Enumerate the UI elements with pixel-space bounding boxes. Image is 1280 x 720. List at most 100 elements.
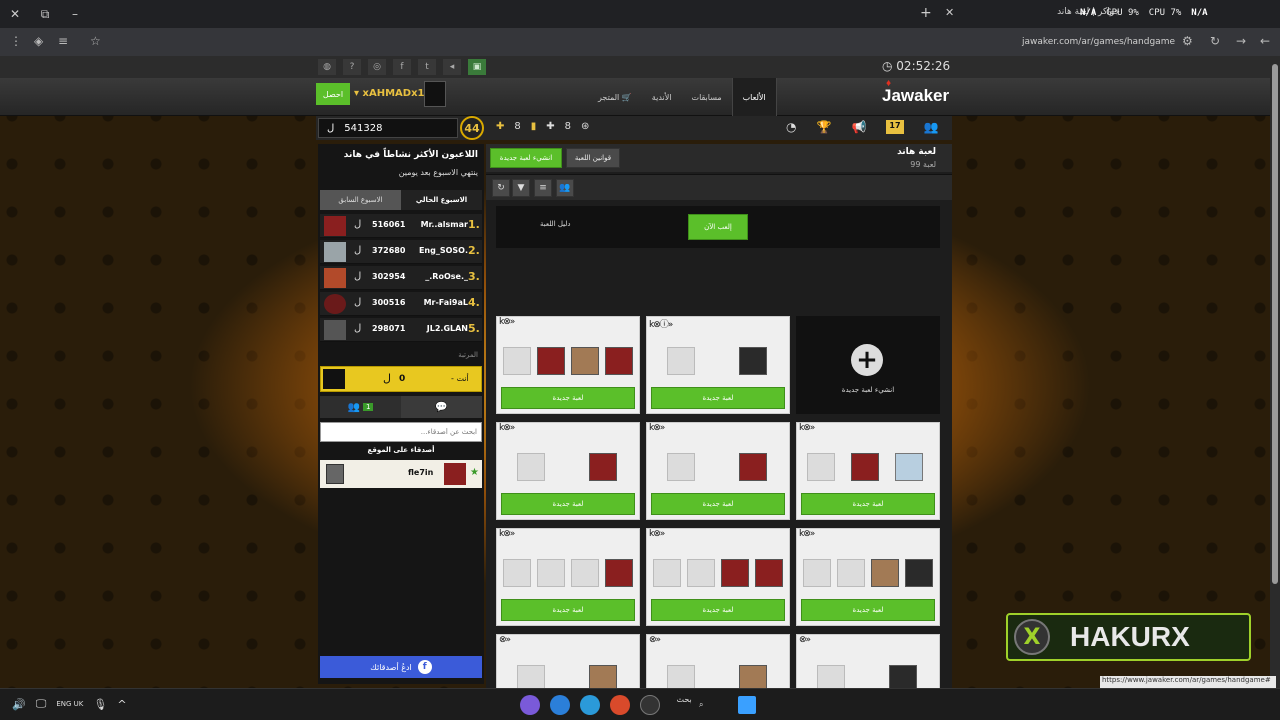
tab-friends[interactable]: 👥 1 (320, 396, 401, 418)
empty-seat[interactable] (517, 665, 545, 688)
avatar[interactable] (424, 81, 446, 107)
refresh-icon[interactable]: ↻ (492, 179, 510, 197)
empty-seat[interactable] (817, 665, 845, 688)
notification-count[interactable]: 17 (886, 120, 904, 134)
minimize-window-icon[interactable]: – (60, 7, 90, 21)
tab-previous-week[interactable]: الاسبوع السابق (320, 190, 401, 210)
friend-search-input[interactable] (320, 422, 482, 442)
new-game-button[interactable]: لعبة جديدة (501, 599, 635, 621)
start-icon[interactable] (738, 696, 756, 714)
sound-icon[interactable]: ◂ (443, 59, 461, 75)
globe-icon[interactable]: ◍ (318, 59, 336, 75)
url-field[interactable]: jawaker.com/ar/games/handgame (1000, 37, 1175, 47)
empty-seat[interactable] (837, 559, 865, 587)
play-now-button[interactable]: إلعب الآن (688, 214, 748, 240)
app-discord-icon[interactable] (520, 695, 540, 715)
nav-games[interactable]: الألعاب (731, 78, 777, 116)
twitter-icon[interactable]: t (418, 59, 436, 75)
extension-icon[interactable]: ◈ (34, 34, 43, 48)
app-obs-icon[interactable] (640, 695, 660, 715)
forward-icon[interactable]: → (1236, 34, 1246, 48)
page-scrollbar[interactable] (1270, 56, 1280, 688)
empty-seat[interactable] (687, 559, 715, 587)
empty-seat[interactable] (667, 347, 695, 375)
new-game-button[interactable]: لعبة جديدة (501, 493, 635, 515)
network-icon[interactable]: 🖵 (36, 697, 47, 711)
volume-icon[interactable]: 🔊 (12, 698, 26, 711)
new-game-button[interactable]: لعبة جديدة (801, 599, 935, 621)
game-table-card[interactable]: k⊗» لعبة جديدة (646, 422, 790, 520)
my-rank-row[interactable]: ل 0 - أنت (320, 366, 482, 392)
game-table-card[interactable]: k⊗» لعبة جديدة (496, 316, 640, 414)
empty-seat[interactable] (807, 453, 835, 481)
leaderboard-row[interactable]: ل 302954 _.RoOse._ 3. (320, 266, 482, 290)
language-indicator[interactable]: ENG UK (56, 700, 83, 709)
game-table-card[interactable]: ⊗»لعبة جديدة (796, 634, 940, 688)
friend-action-button[interactable] (326, 464, 344, 484)
nav-store[interactable]: 🛒 المتجر (588, 78, 642, 116)
friends-icon[interactable]: 👥 (924, 120, 939, 134)
username[interactable]: ▾ xAHMADx10 (354, 88, 431, 99)
empty-seat[interactable] (503, 559, 531, 587)
game-table-card[interactable]: k⊗» لعبة جديدة (646, 528, 790, 626)
game-guide-link[interactable]: دليل اللعبة (540, 220, 571, 228)
game-table-card[interactable]: ⊗»لعبة جديدة (496, 634, 640, 688)
leaderboard-row[interactable]: ل 516061 Mr..alsmar 1. (320, 214, 482, 238)
game-table-card[interactable]: k⊗» لعبة جديدة (796, 528, 940, 626)
new-game-button[interactable]: لعبة جديدة (651, 599, 785, 621)
tab-close-icon[interactable]: ✕ (945, 6, 954, 19)
new-game-button[interactable]: لعبة جديدة (801, 493, 935, 515)
restore-window-icon[interactable]: ⧉ (30, 7, 60, 22)
empty-seat[interactable] (803, 559, 831, 587)
empty-seat[interactable] (667, 665, 695, 688)
reading-list-icon[interactable]: ≡ (58, 34, 68, 48)
tray-chevron-icon[interactable]: ^ (117, 698, 126, 711)
game-table-card[interactable]: k⊗» لعبة جديدة (796, 422, 940, 520)
help-icon[interactable]: ? (343, 59, 361, 75)
rss-icon[interactable]: ◔ (786, 120, 796, 134)
menu-dots-icon[interactable]: ⋮ (10, 34, 22, 48)
empty-seat[interactable] (517, 453, 545, 481)
tab-chat[interactable]: 💬 (401, 396, 482, 418)
friend-row[interactable]: ★ fle7in (320, 460, 482, 488)
new-tab-icon[interactable]: + (920, 5, 932, 21)
scrollbar-thumb[interactable] (1272, 64, 1278, 584)
leaderboard-row[interactable]: ل 298071 JL2.GLAN 5. (320, 318, 482, 342)
trophy-icon[interactable]: 🏆 (816, 120, 831, 134)
list-view-icon[interactable]: ≡ (534, 179, 552, 197)
site-logo[interactable]: ♦ Jawaker (882, 78, 949, 106)
empty-seat[interactable] (571, 559, 599, 587)
nav-tournaments[interactable]: مسابقات (682, 78, 732, 116)
new-game-button[interactable]: لعبة جديدة (651, 387, 785, 409)
level-badge[interactable]: 44 (460, 116, 484, 140)
balance-box[interactable]: ل 541328 (318, 118, 458, 138)
game-table-card[interactable]: k⊗ⓘ» لعبة جديدة (646, 316, 790, 414)
new-game-button[interactable]: لعبة جديدة (651, 493, 785, 515)
silver-count[interactable]: 8 (565, 121, 571, 132)
invite-friends-button[interactable]: ادعُ أصدقائك f (320, 656, 482, 678)
empty-seat[interactable] (653, 559, 681, 587)
new-game-button[interactable]: لعبة جديدة (501, 387, 635, 409)
empty-seat[interactable] (537, 559, 565, 587)
leaderboard-row[interactable]: ل 372680 .Eng_SOSO 2. (320, 240, 482, 264)
create-game-card[interactable]: + انشيء لعبة جديدة (796, 316, 940, 414)
empty-seat[interactable] (667, 453, 695, 481)
leaderboard-row[interactable]: ل 300516 Mr-Fai9aL 4. (320, 292, 482, 316)
site-settings-icon[interactable]: ⚙ (1182, 34, 1193, 48)
facebook-icon[interactable]: f (393, 59, 411, 75)
app-edge-icon[interactable] (580, 695, 600, 715)
game-table-card[interactable]: k⊗» لعبة جديدة (496, 528, 640, 626)
megaphone-icon[interactable]: 📢 (851, 120, 866, 134)
bookmark-star-icon[interactable]: ☆ (90, 34, 101, 48)
taskbar-search[interactable]: بحث ⌕ (670, 695, 710, 715)
back-icon[interactable]: ← (1260, 34, 1270, 48)
empty-seat[interactable] (503, 347, 531, 375)
game-rules-button[interactable]: قوانين اللعبة (566, 148, 620, 168)
filter-icon[interactable]: ▼ (512, 179, 530, 197)
gamepad-icon[interactable]: ▣ (468, 59, 486, 75)
reload-icon[interactable]: ↻ (1210, 34, 1220, 48)
signin-button[interactable]: احصل (316, 83, 350, 105)
gold-count[interactable]: 8 (514, 121, 520, 132)
mic-icon[interactable]: 🎙 (93, 698, 107, 711)
tab-current-week[interactable]: الاسبوع الحالي (401, 190, 482, 210)
